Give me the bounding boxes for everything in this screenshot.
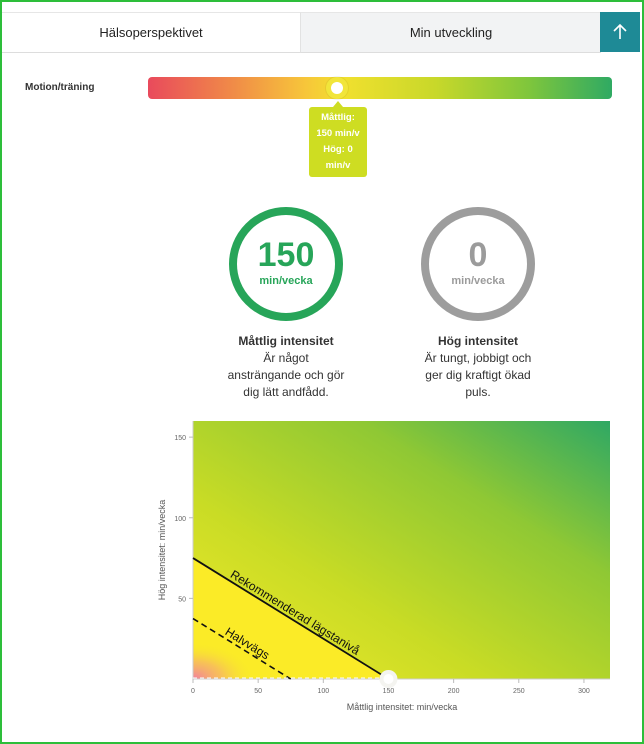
tooltip-line: 150 min/v (316, 128, 360, 139)
high-unit: min/vecka (451, 275, 505, 287)
intensity-chart: 0 50 100 150 200 250 30050100150 Rekommenderad… (157, 421, 610, 712)
high-desc-line: Är tungt, jobbigt och (424, 351, 532, 365)
y-axis-label: Hög intensitet: min/vecka (157, 500, 167, 601)
tab-min-utveckling[interactable]: Min utveckling (300, 12, 601, 53)
app-frame: Hälsoperspektivet Min utveckling Motion/… (0, 0, 644, 744)
moderate-desc-line: dig lätt andfådd. (243, 385, 329, 399)
y-tick-label: 150 (174, 435, 186, 442)
moderate-title: Måttlig intensitet (238, 334, 334, 348)
x-tick-label: 100 (317, 688, 329, 695)
high-desc-line: ger dig kraftigt ökad (425, 368, 531, 382)
slider-tooltip: Måttlig: 150 min/v Hög: 0 min/v (309, 107, 367, 177)
x-tick-label: 150 (383, 688, 395, 695)
arrow-up-icon (613, 23, 627, 39)
moderate-unit: min/vecka (259, 275, 313, 287)
y-tick-label: 100 (174, 516, 186, 523)
high-description: Hög intensitet Är tungt, jobbigt och ger… (398, 333, 558, 401)
high-value: 0 (468, 236, 488, 274)
tooltip-line: Måttlig: (321, 112, 355, 123)
tab-bar: Hälsoperspektivet Min utveckling (2, 12, 642, 53)
moderate-desc-line: Är något (263, 351, 309, 365)
high-desc-line: puls. (465, 385, 491, 399)
current-point-core (383, 674, 394, 684)
activity-slider-track[interactable] (148, 77, 612, 99)
moderate-desc-line: ansträngande och gör (227, 368, 345, 382)
x-axis-label: Måttlig intensitet: min/vecka (347, 702, 458, 712)
scroll-up-button[interactable] (600, 12, 640, 52)
x-tick-label: 200 (448, 688, 460, 695)
high-title: Hög intensitet (438, 334, 518, 348)
y-tick-label: 50 (178, 596, 186, 603)
x-tick-label: 300 (578, 688, 590, 695)
x-tick-label: 250 (513, 688, 525, 695)
slider-thumb[interactable] (326, 77, 348, 99)
tooltip-line: Hög: 0 (323, 144, 353, 155)
x-tick-label: 0 (191, 688, 195, 695)
moderate-description: Måttlig intensitet Är något ansträngande… (206, 333, 366, 401)
slider-label: Motion/träning (25, 82, 95, 93)
tab-halsoperspektivet[interactable]: Hälsoperspektivet (2, 12, 300, 53)
moderate-value: 150 (257, 236, 315, 274)
high-intensity-circle: 0 min/vecka (421, 207, 535, 321)
tooltip-line: min/v (325, 160, 351, 171)
moderate-intensity-circle: 150 min/vecka (229, 207, 343, 321)
x-tick-label: 50 (254, 688, 262, 695)
